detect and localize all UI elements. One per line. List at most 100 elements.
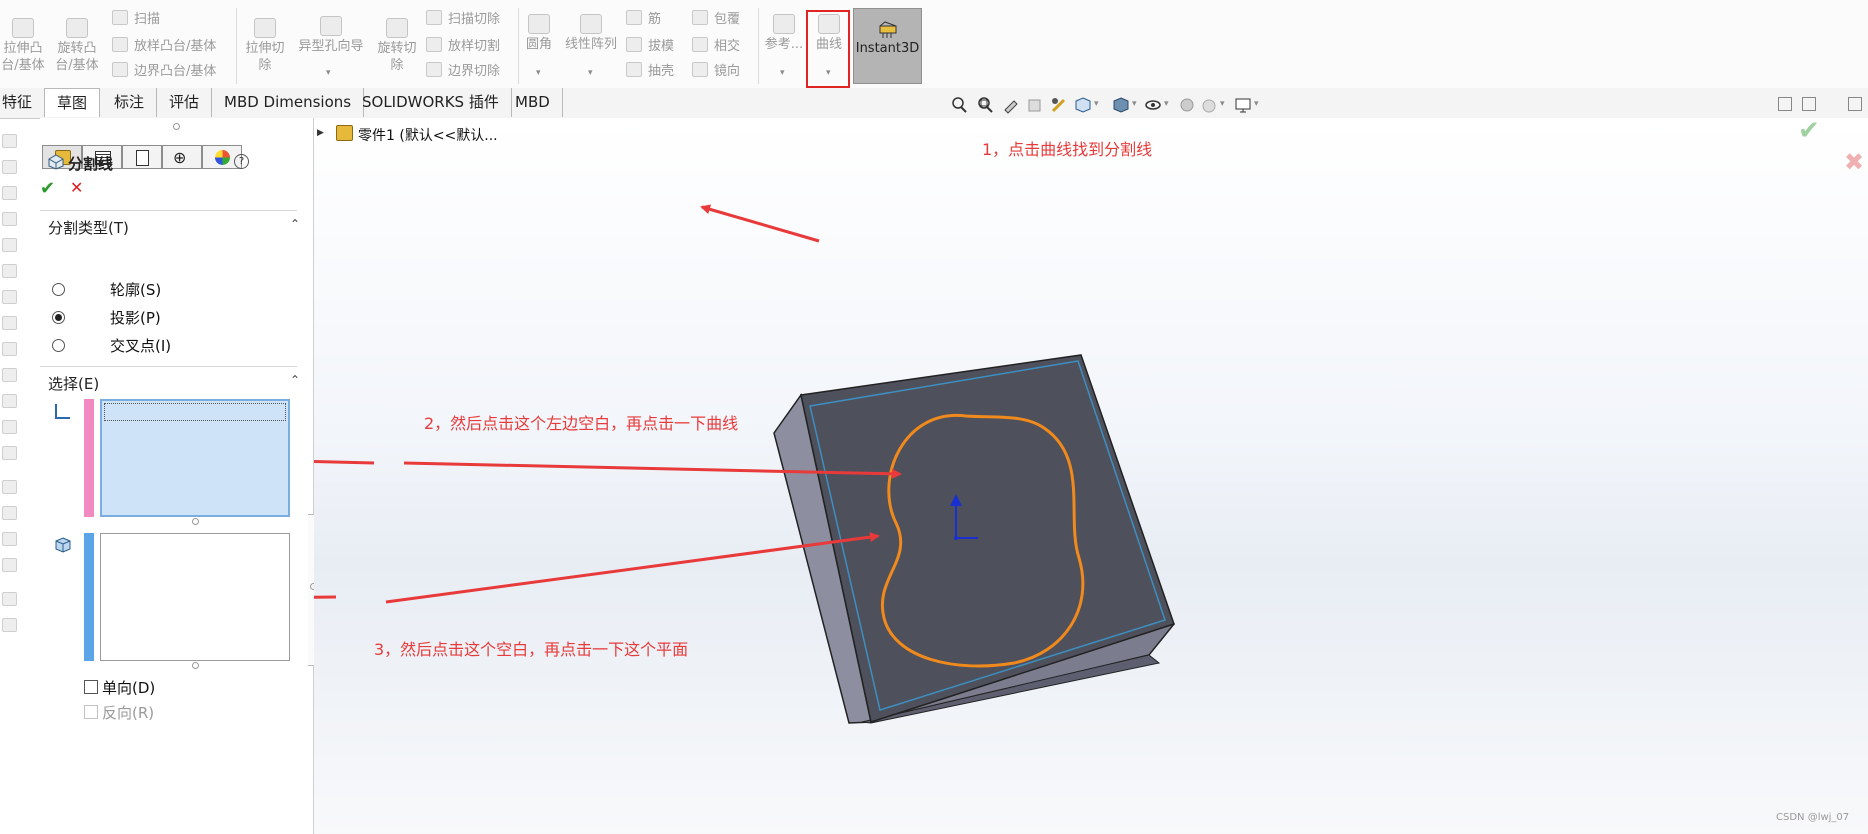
tab-features[interactable]: 特征 — [0, 88, 46, 117]
mirror-button[interactable]: 镜向 — [692, 62, 740, 81]
sweep-button[interactable]: 扫描 — [112, 10, 160, 29]
view-orientation-dropdown-icon[interactable]: ▾ — [1094, 99, 1099, 109]
strip-revolve-icon[interactable] — [2, 160, 17, 174]
mirror-label: 镜向 — [714, 64, 741, 79]
hide-show-items-icon[interactable] — [1144, 96, 1162, 114]
strip-sweep-icon[interactable] — [2, 186, 17, 200]
intersect-button[interactable]: 相交 — [692, 37, 740, 56]
split-type-header[interactable]: 分割类型(T) — [48, 217, 129, 238]
reference-dropdown-icon[interactable]: ▾ — [780, 68, 785, 78]
radio-silhouette[interactable] — [52, 283, 65, 296]
strip-rib-icon[interactable] — [2, 480, 17, 494]
strip-loft-icon[interactable] — [2, 212, 17, 226]
panel-splitter[interactable] — [40, 122, 313, 130]
linear-pattern-button[interactable]: 线性阵列 — [562, 14, 620, 53]
strip-wrap-icon[interactable] — [2, 558, 17, 572]
strip-extrude-icon[interactable] — [2, 134, 17, 148]
cancel-x-icon[interactable]: ✕ — [70, 178, 83, 197]
shell-button[interactable]: 抽壳 — [626, 62, 674, 81]
strip-cut-icon[interactable] — [2, 264, 17, 278]
strip-fillet-icon[interactable] — [2, 420, 17, 434]
dynamic-annotation-icon[interactable] — [1050, 96, 1068, 114]
previous-view-icon[interactable] — [1002, 96, 1020, 114]
strip-revolve-cut-icon[interactable] — [2, 316, 17, 330]
linear-pattern-dropdown-icon[interactable]: ▾ — [588, 68, 593, 78]
apply-scene-dropdown-icon[interactable]: ▾ — [1220, 99, 1225, 109]
wrap-button[interactable]: 包覆 — [692, 10, 740, 29]
instant3d-button[interactable]: Instant3D — [853, 8, 922, 84]
strip-curves-icon[interactable] — [2, 618, 17, 632]
strip-sweep-cut-icon[interactable] — [2, 342, 17, 356]
section-divider — [40, 366, 297, 367]
strip-draft-icon[interactable] — [2, 506, 17, 520]
strip-reference-icon[interactable] — [2, 592, 17, 606]
strip-chamfer-icon[interactable] — [2, 446, 17, 460]
tab-dimxpert[interactable]: ⊕ — [162, 145, 202, 169]
extrude-cut-button[interactable]: 拉伸切除 — [242, 18, 288, 74]
single-direction-checkbox[interactable] — [84, 680, 98, 694]
tab-solidworks-addins[interactable]: SOLIDWORKS 插件 — [350, 88, 512, 117]
extrude-cut-icon — [254, 18, 276, 38]
list-resize-handle[interactable] — [192, 518, 199, 525]
collapse-selection-icon[interactable]: ⌃ — [290, 373, 300, 387]
display-style-dropdown-icon[interactable]: ▾ — [1132, 99, 1137, 109]
tab-mbd-dimensions[interactable]: MBD Dimensions — [212, 88, 365, 117]
strip-boundary-cut-icon[interactable] — [2, 394, 17, 408]
revolve-boss-button[interactable]: 旋转凸台/基体 — [54, 18, 100, 74]
pm-title: 分割线 — [68, 155, 114, 173]
viewport-split-icon[interactable] — [1778, 97, 1792, 111]
fillet-dropdown-icon[interactable]: ▾ — [536, 68, 541, 78]
wrap-icon — [692, 10, 708, 25]
tab-evaluate[interactable]: 评估 — [157, 88, 213, 117]
strip-hole-icon[interactable] — [2, 290, 17, 304]
selection-color-bar-pink — [84, 399, 94, 517]
radio-intersection[interactable] — [52, 339, 65, 352]
view-orientation-icon[interactable] — [1074, 96, 1092, 114]
view-settings-dropdown-icon[interactable]: ▾ — [1254, 99, 1259, 109]
draft-button[interactable]: 拔模 — [626, 37, 674, 56]
zoom-to-fit-icon[interactable] — [950, 96, 968, 114]
view-settings-icon[interactable] — [1234, 96, 1252, 114]
apply-scene-icon[interactable] — [1200, 96, 1218, 114]
list-resize-handle[interactable] — [192, 662, 199, 669]
tab-configuration-manager[interactable] — [122, 145, 162, 169]
loft-boss-button[interactable]: 放样凸台/基体 — [112, 37, 216, 56]
display-style-icon[interactable] — [1112, 96, 1130, 114]
help-icon[interactable]: ? — [234, 154, 249, 169]
split-line-icon — [48, 154, 64, 170]
zoom-to-area-icon[interactable] — [976, 96, 994, 114]
rib-button[interactable]: 筋 — [626, 10, 661, 29]
section-view-icon[interactable] — [1026, 96, 1044, 114]
hole-wizard-dropdown-icon[interactable]: ▾ — [326, 68, 331, 78]
hide-show-dropdown-icon[interactable]: ▾ — [1164, 99, 1169, 109]
face-selection-list[interactable] — [100, 533, 290, 661]
strip-boundary-icon[interactable] — [2, 238, 17, 252]
ok-check-icon[interactable]: ✔ — [40, 178, 55, 199]
revolve-boss-label: 旋转凸台/基体 — [55, 41, 99, 73]
sweep-cut-button[interactable]: 扫描切除 — [426, 10, 500, 29]
boundary-boss-button[interactable]: 边界凸台/基体 — [112, 62, 216, 81]
tab-mbd[interactable]: MBD — [503, 88, 563, 117]
restore-window-icon[interactable] — [1848, 97, 1862, 111]
extrude-boss-button[interactable]: 拉伸凸台/基体 — [0, 18, 46, 74]
fillet-button[interactable]: 圆角 — [522, 14, 556, 53]
selection-header[interactable]: 选择(E) — [48, 373, 99, 394]
collapse-split-type-icon[interactable]: ⌃ — [290, 217, 300, 231]
revolve-cut-button[interactable]: 旋转切除 — [374, 18, 420, 74]
reference-geometry-button[interactable]: 参考... — [762, 14, 806, 53]
viewport-pane-icon[interactable] — [1802, 97, 1816, 111]
edit-appearance-icon[interactable] — [1178, 96, 1196, 114]
boundary-cut-button[interactable]: 边界切除 — [426, 62, 500, 81]
radio-projection[interactable] — [52, 311, 65, 324]
graphics-area[interactable]: ▶ 零件1 (默认<<默认... ▾ ▾ ▾ ▾ ▾ ✔ ✖ 1，点击曲线找到分… — [314, 97, 1868, 834]
draft-icon — [626, 37, 642, 52]
sketch-selection-list[interactable] — [100, 399, 290, 517]
strip-shell-icon[interactable] — [2, 532, 17, 546]
hole-wizard-button[interactable]: 异型孔向导 — [294, 16, 368, 55]
strip-loft-cut-icon[interactable] — [2, 368, 17, 382]
boundary-cut-icon — [426, 62, 442, 77]
tab-markup[interactable]: 标注 — [102, 88, 158, 117]
tab-sketch[interactable]: 草图 — [44, 88, 101, 117]
model-view — [314, 204, 1175, 724]
loft-cut-button[interactable]: 放样切割 — [426, 37, 500, 56]
